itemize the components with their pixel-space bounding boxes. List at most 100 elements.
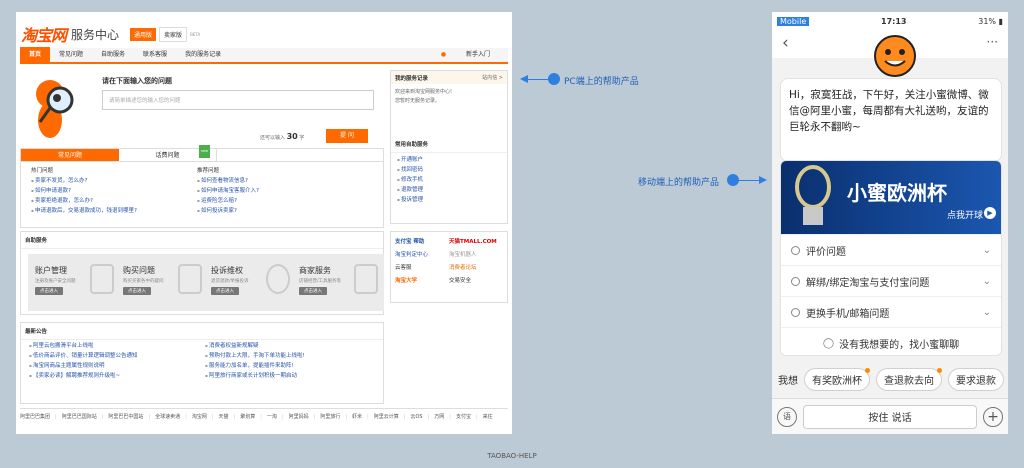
general-version-tab[interactable]: 通用版 xyxy=(130,27,157,41)
tab-phone-fee[interactable]: 话费问题 new xyxy=(119,145,217,161)
chip-request-refund[interactable]: 要求退款 xyxy=(948,368,1004,391)
notice-1[interactable]: 阿里云包搬滑平台上线啦 xyxy=(29,341,138,351)
rec-q-2[interactable]: 如何申请淘宝客服介入? xyxy=(197,186,259,196)
alipay-help-logo[interactable]: 支付宝 帮助 xyxy=(395,237,449,245)
footer-link[interactable]: 支付宝 xyxy=(456,414,471,420)
hot-q-2[interactable]: 如何申请退款? xyxy=(31,186,137,196)
consumer-forum-logo[interactable]: 消费者论坛 xyxy=(449,263,503,271)
robot-logo[interactable]: 淘宝机器人 xyxy=(449,250,503,258)
notice-3[interactable]: 淘宝网商品主题属性规则说明 xyxy=(29,361,138,371)
item-bind-alipay[interactable]: 解绑/绑定淘宝与支付宝问题 ⌄ xyxy=(781,265,1001,296)
card-purchase-button[interactable]: 点击进入 xyxy=(123,287,151,295)
ss-change-phone[interactable]: 修改手机 xyxy=(397,175,501,185)
footer-link[interactable]: 阿里巴巴集团 xyxy=(20,414,50,420)
footer-link[interactable]: 天猫 xyxy=(219,414,229,420)
footer-link[interactable]: 阿里旅行 xyxy=(320,414,340,420)
chevron-down-icon: ⌄ xyxy=(982,275,991,287)
plus-button[interactable]: + xyxy=(983,406,1003,427)
mascot-magnifier-icon xyxy=(36,80,74,138)
card-merchant[interactable]: 商家服务 店铺经营/工具服务等 点击进入 xyxy=(292,254,384,311)
footer-link[interactable]: 虾米 xyxy=(352,414,362,420)
tmall-logo[interactable]: 天猫TMALL.COM xyxy=(449,237,503,245)
hot-q-4[interactable]: 申请退款后，交易退款成功，钱退到哪里? xyxy=(31,206,137,216)
beta-badge: BETA xyxy=(190,31,201,37)
nav-home[interactable]: 首页 xyxy=(20,47,51,63)
footer-link[interactable]: 聚划算 xyxy=(240,414,255,420)
ask-button[interactable]: 提 问 xyxy=(326,129,368,143)
voice-toggle-button[interactable]: 语 xyxy=(777,406,797,427)
notice-8[interactable]: 阿里旅行商家或长计划积极一期启动 xyxy=(205,371,305,381)
judge-center-logo[interactable]: 淘宝判定中心 xyxy=(395,250,449,258)
card-account[interactable]: 账户管理 注册及账户安全问题 点击进入 xyxy=(28,254,120,311)
chip-euro-cup[interactable]: 有奖欧洲杯 xyxy=(804,368,870,391)
seller-version-tab[interactable]: 卖家版 xyxy=(159,26,188,42)
notice-5[interactable]: 消费者权益新规解疑 xyxy=(205,341,305,351)
self-service-title: 常用自助服务 xyxy=(391,136,507,153)
notice-2[interactable]: 低价商品评价、销量计算逻辑调整公告通知 xyxy=(29,351,138,361)
help-icon: ● xyxy=(440,51,447,58)
rec-q-1[interactable]: 如何查看物流信息? xyxy=(197,176,259,186)
item-review[interactable]: 评价问题 ⌄ xyxy=(781,234,1001,265)
euro-cup-banner[interactable]: 小蜜欧洲杯 点我开球 ▶ xyxy=(781,161,1001,234)
footer-link[interactable]: 阿里云计算 xyxy=(374,414,399,420)
hot-q-3[interactable]: 卖家拒绝退款，怎么办? xyxy=(31,196,137,206)
nav-self-service[interactable]: 自助服务 xyxy=(92,47,134,63)
card-account-button[interactable]: 点击进入 xyxy=(35,287,63,295)
ss-complaint-manage[interactable]: 投诉管理 xyxy=(397,195,501,205)
footer-link[interactable]: 一淘 xyxy=(267,414,277,420)
ss-refund-manage[interactable]: 退款管理 xyxy=(397,185,501,195)
count-label: 还可以输入 xyxy=(260,135,286,141)
notice-7[interactable]: 服务能力加名单，提能插件来助阵! xyxy=(205,361,305,371)
footer-link[interactable]: 全球速卖通 xyxy=(155,414,180,420)
notice-6[interactable]: 预购付款上大限，手淘下单功能上线啦! xyxy=(205,351,305,361)
footer-divider: | xyxy=(449,414,451,420)
cloud-service-logo[interactable]: 云客服 xyxy=(395,263,449,271)
card-purchase[interactable]: 购买问题 购买买家各中的疑问 点击进入 xyxy=(116,254,208,311)
footer-link[interactable]: 淘宝网 xyxy=(192,414,207,420)
hold-to-talk-button[interactable]: 按住 说话 xyxy=(803,404,977,429)
card-complaint-button[interactable]: 点击进入 xyxy=(211,287,239,295)
nav-faq[interactable]: 常见问题 xyxy=(50,47,92,63)
footer-divider: | xyxy=(101,414,104,420)
ss-open-account[interactable]: 开通账户 xyxy=(397,155,501,165)
question-input[interactable]: 请简单描述您的输入您的问题 xyxy=(102,90,374,110)
mobile-annotation: 移动端上的帮助产品 xyxy=(638,178,720,188)
footer-link[interactable]: 万网 xyxy=(434,414,444,420)
mobile-pointer-line xyxy=(733,180,759,181)
suggestion-chips: 我想 有奖欧洲杯 查退款去向 要求退款 xyxy=(772,368,1008,391)
card-complaint[interactable]: 投诉维权 退货退款/举报投诉 点击进入 xyxy=(204,254,296,311)
footer-link[interactable]: 阿里巴巴中国站 xyxy=(108,414,143,420)
newbie-link[interactable]: ● 新手入门 xyxy=(423,47,508,63)
rec-q-4[interactable]: 如何投诉卖家? xyxy=(197,206,259,216)
help-card: 小蜜欧洲杯 点我开球 ▶ 评价问题 ⌄ 解绑/绑定淘宝与支付宝问题 ⌄ 更换手机/邮… xyxy=(780,160,1002,356)
back-icon[interactable]: ‹ xyxy=(782,33,789,53)
more-icon[interactable]: ··· xyxy=(987,35,998,49)
item-change-phone[interactable]: 更换手机/邮箱问题 ⌄ xyxy=(781,296,1001,327)
chip-refund-status[interactable]: 查退款去向 xyxy=(876,368,942,391)
card-merchant-button[interactable]: 点击进入 xyxy=(299,287,327,295)
nav-contact[interactable]: 联系客服 xyxy=(134,47,176,63)
inbox-link[interactable]: 站内信 > xyxy=(482,74,503,81)
play-icon[interactable]: ▶ xyxy=(984,207,996,219)
tab-common-faq[interactable]: 常见问题 xyxy=(21,149,119,161)
smiley-icon xyxy=(266,264,290,294)
newbie-label: 新手入门 xyxy=(465,51,490,58)
taobao-logo[interactable]: 淘宝网 xyxy=(21,22,67,46)
notice-4[interactable]: 【卖家必读】解聘推荐规则升级啦~ xyxy=(29,371,138,381)
nav-records[interactable]: 我的服务记录 xyxy=(176,47,230,63)
taobao-university-logo[interactable]: 淘宝大学 xyxy=(395,276,449,284)
chat-with-xiaomi[interactable]: ◯ 没有我想要的，找小蜜聊聊 xyxy=(781,327,1001,355)
ss-find-password[interactable]: 找回密码 xyxy=(397,165,501,175)
rec-q-3[interactable]: 运费险怎么赔? xyxy=(197,196,259,206)
footer-link[interactable]: 阿里巴巴国际站 xyxy=(62,414,97,420)
footer-link[interactable]: 来往 xyxy=(483,414,493,420)
footer-link[interactable]: 云OS xyxy=(410,414,422,420)
trade-safety-logo[interactable]: 交易安全 xyxy=(449,276,503,284)
footer-link[interactable]: 阿里妈妈 xyxy=(289,414,309,420)
banner-title: 小蜜欧洲杯 xyxy=(847,181,947,205)
record-text: 欢迎来到淘宝网服务中心! 您暂时无服务记录。 xyxy=(391,84,507,110)
faq-tabs: 常见问题 话费问题 new xyxy=(21,145,383,162)
partner-logos: 支付宝 帮助 天猫TMALL.COM 淘宝判定中心 淘宝机器人 云客服 消费者论… xyxy=(390,231,508,303)
hot-q-1[interactable]: 卖家不发货，怎么办? xyxy=(31,176,137,186)
card-complaint-name: 投诉维权 xyxy=(211,266,243,275)
